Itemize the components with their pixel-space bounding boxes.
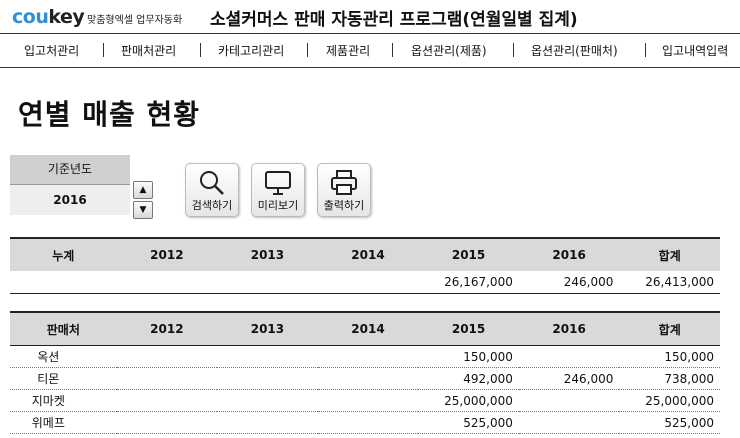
table-cell (117, 346, 218, 368)
brand-tagline: 맞춤형엑셀 업무자동화 (87, 15, 183, 26)
table-cell (217, 412, 318, 434)
table-row: 티몬 492,000 246,000 738,000 (10, 368, 720, 390)
table-cell (318, 346, 419, 368)
magnifier-icon (200, 171, 224, 195)
column-header: 누계 (10, 238, 117, 271)
table-cell: 26,167,000 (444, 275, 513, 289)
summary-table: 누계 2012 2013 2014 2015 2016 합계 26,167,00… (10, 237, 720, 294)
table-cell: 246,000 (563, 275, 614, 289)
nav-item-option-seller[interactable]: 옵션관리(판매처) (531, 42, 618, 59)
table-cell: 26,413,000 (645, 275, 714, 289)
table-cell: 150,000 (664, 349, 714, 364)
preview-button[interactable]: 미리보기 (251, 163, 305, 217)
nav-divider (200, 43, 201, 57)
brand-logo: coukey (12, 6, 85, 28)
table-cell: 525,000 (664, 415, 714, 430)
column-header: 2012 (116, 312, 218, 346)
nav-item-option-product[interactable]: 옵션관리(제품) (411, 42, 487, 59)
table-cell: 티몬 (37, 372, 60, 386)
main-nav: 입고처관리 판매처관리 카테고리관리 제품관리 옵션관리(제품) 옵션관리(판매… (0, 33, 740, 68)
table-cell: 738,000 (664, 371, 714, 386)
table-cell (117, 271, 218, 294)
table-cell: 지마켓 (31, 394, 65, 408)
table-cell: 246,000 (563, 371, 614, 386)
column-header: 2016 (518, 238, 620, 271)
preview-button-label: 미리보기 (257, 199, 299, 212)
app-title: 소셜커머스 판매 자동관리 프로그램(연월일별 집계) (210, 10, 578, 30)
table-cell: 25,000,000 (444, 393, 513, 408)
table-row: 지마켓 25,000,000 25,000,000 (10, 390, 720, 412)
year-down-button[interactable]: ▼ (133, 201, 153, 219)
vendor-header-row: 판매처 2012 2013 2014 2015 2016 합계 (10, 312, 720, 346)
column-header: 2012 (116, 238, 218, 271)
table-row: 위메프 525,000 525,000 (10, 412, 720, 434)
print-button[interactable]: 출력하기 (317, 163, 371, 217)
table-cell (217, 271, 318, 294)
table-cell (117, 368, 218, 390)
column-header: 합계 (619, 312, 720, 346)
column-header: 2015 (418, 312, 519, 346)
table-cell (117, 412, 218, 434)
nav-divider (103, 43, 104, 57)
search-button[interactable]: 검색하기 (185, 163, 239, 217)
table-cell (519, 390, 620, 412)
nav-item-supplier[interactable]: 입고처관리 (24, 42, 79, 59)
table-cell (318, 390, 419, 412)
arrow-up-icon: ▲ (139, 185, 147, 195)
nav-item-seller[interactable]: 판매처관리 (121, 42, 176, 59)
table-cell: 150,000 (463, 349, 513, 364)
summary-header-row: 누계 2012 2013 2014 2015 2016 합계 (10, 238, 720, 271)
table-cell (10, 271, 117, 294)
nav-item-category[interactable]: 카테고리관리 (218, 42, 284, 59)
column-header: 2013 (217, 312, 318, 346)
nav-divider (513, 43, 514, 57)
arrow-down-icon: ▼ (139, 205, 147, 215)
column-header: 2014 (317, 238, 419, 271)
nav-item-product[interactable]: 제품관리 (326, 42, 370, 59)
table-cell (117, 390, 218, 412)
table-cell (318, 368, 419, 390)
print-button-label: 출력하기 (323, 199, 365, 212)
vendor-sales-table: 판매처 2012 2013 2014 2015 2016 합계 옥션 150,0… (10, 311, 720, 434)
search-button-label: 검색하기 (191, 199, 233, 212)
table-cell (217, 346, 318, 368)
table-cell (217, 368, 318, 390)
monitor-icon (265, 171, 291, 195)
page-title: 연별 매출 현황 (18, 98, 201, 131)
year-filter-label: 기준년도 (10, 155, 130, 185)
column-header: 2013 (217, 238, 318, 271)
year-filter: 기준년도 2016 (10, 155, 130, 215)
table-cell (519, 346, 620, 368)
nav-divider (307, 43, 308, 57)
table-cell: 옥션 (37, 350, 60, 364)
printer-icon (331, 170, 357, 195)
table-row: 옥션 150,000 150,000 (10, 346, 720, 368)
column-header: 2016 (518, 312, 620, 346)
nav-item-stock-input[interactable]: 입고내역입력 (662, 42, 728, 59)
table-cell (318, 271, 419, 294)
nav-divider (645, 43, 646, 57)
top-bar: coukey 맞춤형엑셀 업무자동화 소셜커머스 판매 자동관리 프로그램(연월… (0, 0, 740, 33)
year-filter-value[interactable]: 2016 (10, 185, 130, 215)
table-cell (217, 390, 318, 412)
column-header: 합계 (619, 238, 720, 271)
table-cell: 525,000 (463, 415, 513, 430)
column-header: 판매처 (10, 312, 117, 346)
table-row: 26,167,000 246,000 26,413,000 (10, 271, 720, 294)
nav-divider (392, 43, 393, 57)
column-header: 2014 (317, 312, 419, 346)
table-cell (519, 412, 620, 434)
table-cell: 25,000,000 (645, 393, 714, 408)
year-up-button[interactable]: ▲ (133, 181, 153, 199)
table-cell: 위메프 (31, 416, 65, 430)
column-header: 2015 (418, 238, 519, 271)
table-cell (318, 412, 419, 434)
table-cell: 492,000 (463, 371, 513, 386)
